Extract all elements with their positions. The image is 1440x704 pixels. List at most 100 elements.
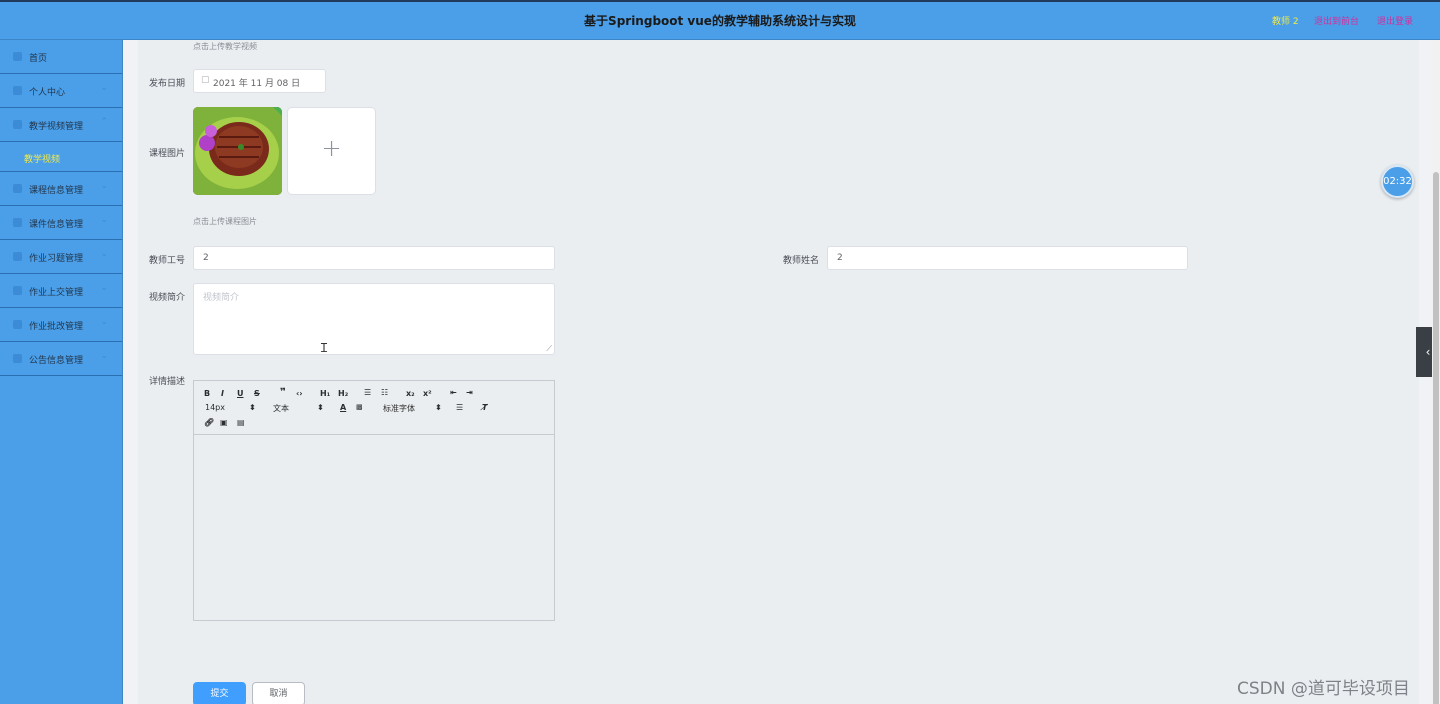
timer-badge[interactable]: 02:32 [1381,165,1414,198]
intro-placeholder: 视频简介 [203,293,240,303]
date-picker[interactable]: ▢ 2021 年 11 月 08 日 [193,69,326,93]
video-icon [13,120,22,129]
resize-handle-icon[interactable]: ⟋ [546,344,552,354]
intro-textarea[interactable]: 视频简介 ⟋ [193,283,555,355]
video-upload-hint[interactable]: 点击上传教学视频 [193,41,257,52]
code-icon[interactable]: ‹› [296,389,303,398]
sidebar-item-label: 课件信息管理 [29,220,84,230]
chevron-down-icon: ⌄ [100,249,108,259]
sidebar-item-label: 首页 [29,54,48,64]
sidebar-item-label: 个人中心 [29,88,66,98]
select-arrow-icon: ⬍ [249,403,256,412]
italic-icon[interactable]: I [221,389,224,398]
background-color-icon[interactable]: ▩ [356,403,363,411]
chevron-down-icon: ⌄ [100,181,108,191]
cancel-button[interactable]: 取消 [252,682,305,704]
sidebar-item-video-management[interactable]: 教学视频管理 ⌃ [0,108,122,142]
scrollbar-thumb[interactable] [1433,172,1439,704]
bullet-list-icon[interactable]: ☷ [381,388,388,397]
heading2-icon[interactable]: H₂ [338,389,348,398]
editor-toolbar: B I U S ❞ ‹› H₁ H₂ ☰ ☷ x₂ x² ⇤ ⇥ 14px ⬍ … [194,381,554,435]
text-cursor-icon: Ｉ [318,341,331,355]
font-family-select[interactable]: 标准字体 [383,403,415,414]
teacher-name-input[interactable]: 2 [827,246,1188,270]
teacher-id-input[interactable]: 2 [193,246,555,270]
scrollbar[interactable] [1432,40,1440,704]
font-color-icon[interactable]: A [340,403,346,412]
select-arrow-icon: ⬍ [435,403,442,412]
sidebar-item-notice[interactable]: 公告信息管理 ⌄ [0,342,122,376]
file-icon [13,218,22,227]
date-label: 发布日期 [149,79,186,89]
intro-label: 视频简介 [149,293,186,303]
underline-icon[interactable]: U [237,389,244,398]
header-select[interactable]: 文本 [273,403,289,414]
ordered-list-icon[interactable]: ☰ [364,388,371,397]
image-icon[interactable]: ▣ [220,418,228,427]
sidebar: 首页 个人中心 ⌄ 教学视频管理 ⌃ 教学视频 课程信息管理 ⌄ 课件信息管理 … [0,40,123,704]
sidebar-item-course[interactable]: 课程信息管理 ⌄ [0,172,122,206]
edit-icon [13,252,22,261]
top-bar: 基于Springboot vue的教学辅助系统设计与实现 教师 2 退出到前台 … [0,0,1440,40]
sidebar-item-grading[interactable]: 作业批改管理 ⌄ [0,308,122,342]
chevron-down-icon: ⌄ [100,83,108,93]
logout-link[interactable]: 退出登录 [1377,14,1413,27]
plus-icon: + [321,134,342,162]
outdent-icon[interactable]: ⇤ [450,388,457,397]
teacher-name-label: 教师姓名 [783,256,820,266]
image-upload-button[interactable]: + [287,107,376,195]
bold-icon[interactable]: B [204,389,210,398]
chevron-down-icon: ⌄ [100,215,108,225]
quote-icon[interactable]: ❞ [280,387,286,398]
chevron-down-icon: ⌄ [100,317,108,327]
back-to-front-link[interactable]: 退出到前台 [1314,14,1359,27]
teacher-id-label: 教师工号 [149,256,186,266]
superscript-icon[interactable]: x² [423,389,432,398]
rich-text-editor[interactable]: B I U S ❞ ‹› H₁ H₂ ☰ ☷ x₂ x² ⇤ ⇥ 14px ⬍ … [193,380,555,621]
sidebar-item-submission[interactable]: 作业上交管理 ⌄ [0,274,122,308]
course-image-thumbnail[interactable] [193,107,282,195]
sidebar-item-label: 课程信息管理 [29,186,84,196]
sidebar-item-label: 教学视频管理 [29,122,84,132]
chevron-down-icon: ⌄ [100,283,108,293]
sidebar-item-label: 公告信息管理 [29,356,84,366]
sidebar-item-label: 作业习题管理 [29,254,84,264]
sidebar-item-exercise[interactable]: 作业习题管理 ⌄ [0,240,122,274]
page-title: 基于Springboot vue的教学辅助系统设计与实现 [584,14,856,28]
sidebar-item-profile[interactable]: 个人中心 ⌄ [0,74,122,108]
chevron-up-icon: ⌃ [100,117,108,127]
link-icon[interactable]: 🔗︎ [204,418,214,427]
heading1-icon[interactable]: H₁ [320,389,330,398]
bell-icon [13,354,22,363]
upload-icon [13,286,22,295]
sidebar-subitem-label: 教学视频 [24,155,61,165]
sidebar-item-courseware[interactable]: 课件信息管理 ⌄ [0,206,122,240]
chevron-down-icon: ⌄ [100,351,108,361]
current-user: 教师 2 [1272,17,1299,27]
sidebar-item-label: 作业批改管理 [29,322,84,332]
video-icon[interactable]: ▤ [237,418,245,427]
strike-icon[interactable]: S [254,389,260,398]
date-value: 2021 年 11 月 08 日 [213,79,301,89]
chevron-left-icon: ‹ [1425,345,1431,359]
font-size-select[interactable]: 14px [205,403,225,412]
align-icon[interactable]: ☰ [456,403,463,412]
clear-format-icon[interactable]: T̸ [482,403,487,412]
watermark: CSDN @道可毕设项目 [1237,679,1410,699]
teacher-id-value: 2 [203,253,209,263]
book-icon [13,184,22,193]
image-label: 课程图片 [149,149,186,159]
indent-icon[interactable]: ⇥ [466,388,473,397]
subscript-icon[interactable]: x₂ [406,389,415,398]
sidebar-item-home[interactable]: 首页 [0,40,122,74]
teacher-name-value: 2 [837,253,843,263]
sidebar-subitem-video[interactable]: 教学视频 [0,142,122,172]
submit-button[interactable]: 提交 [193,682,246,704]
home-icon [13,52,22,61]
select-arrow-icon: ⬍ [317,403,324,412]
check-icon [13,320,22,329]
food-image [193,107,282,195]
user-icon [13,86,22,95]
detail-label: 详情描述 [149,377,186,387]
image-upload-hint: 点击上传课程图片 [193,217,257,226]
